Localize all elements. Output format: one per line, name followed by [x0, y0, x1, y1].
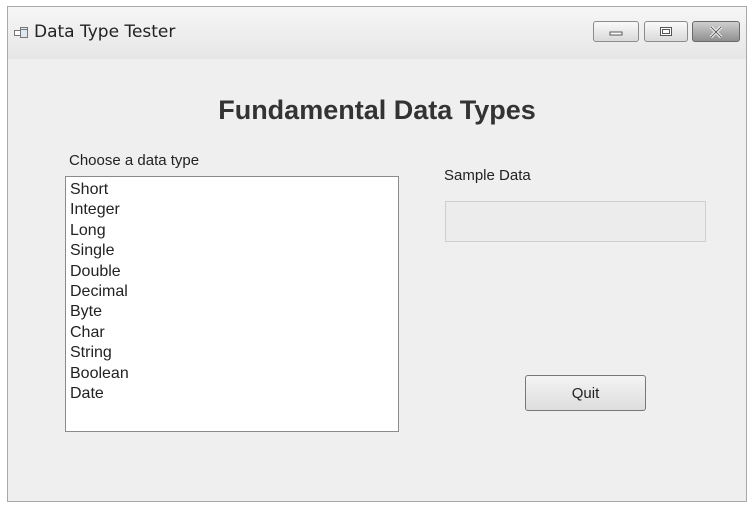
list-item[interactable]: Single [70, 241, 394, 261]
minimize-icon [609, 31, 623, 35]
title-bar: Data Type Tester [8, 7, 746, 59]
list-item[interactable]: Short [70, 180, 394, 200]
close-icon [709, 25, 723, 38]
form-icon [14, 27, 28, 38]
window-title: Data Type Tester [34, 22, 176, 42]
list-item[interactable]: Boolean [70, 364, 394, 384]
list-item[interactable]: String [70, 343, 394, 363]
quit-button[interactable]: Quit [525, 375, 646, 411]
data-type-listbox[interactable]: Short Integer Long Single Double Decimal Byte C… [65, 176, 399, 432]
main-window: Data Type Tester Fundamental Data Types … [7, 6, 747, 502]
list-item[interactable]: Long [70, 221, 394, 241]
sample-data-label: Sample Data [444, 167, 531, 184]
maximize-icon [660, 27, 672, 36]
list-item[interactable]: Integer [70, 200, 394, 220]
list-item[interactable]: Decimal [70, 282, 394, 302]
list-item[interactable]: Date [70, 384, 394, 404]
sample-data-textbox[interactable] [445, 201, 706, 242]
form-heading: Fundamental Data Types [218, 95, 536, 125]
list-item[interactable]: Char [70, 323, 394, 343]
minimize-button[interactable] [593, 21, 639, 42]
list-label: Choose a data type [69, 152, 200, 169]
list-item[interactable]: Double [70, 262, 394, 282]
list-item[interactable]: Byte [70, 302, 394, 322]
close-button[interactable] [692, 21, 740, 42]
maximize-button[interactable] [644, 21, 688, 42]
